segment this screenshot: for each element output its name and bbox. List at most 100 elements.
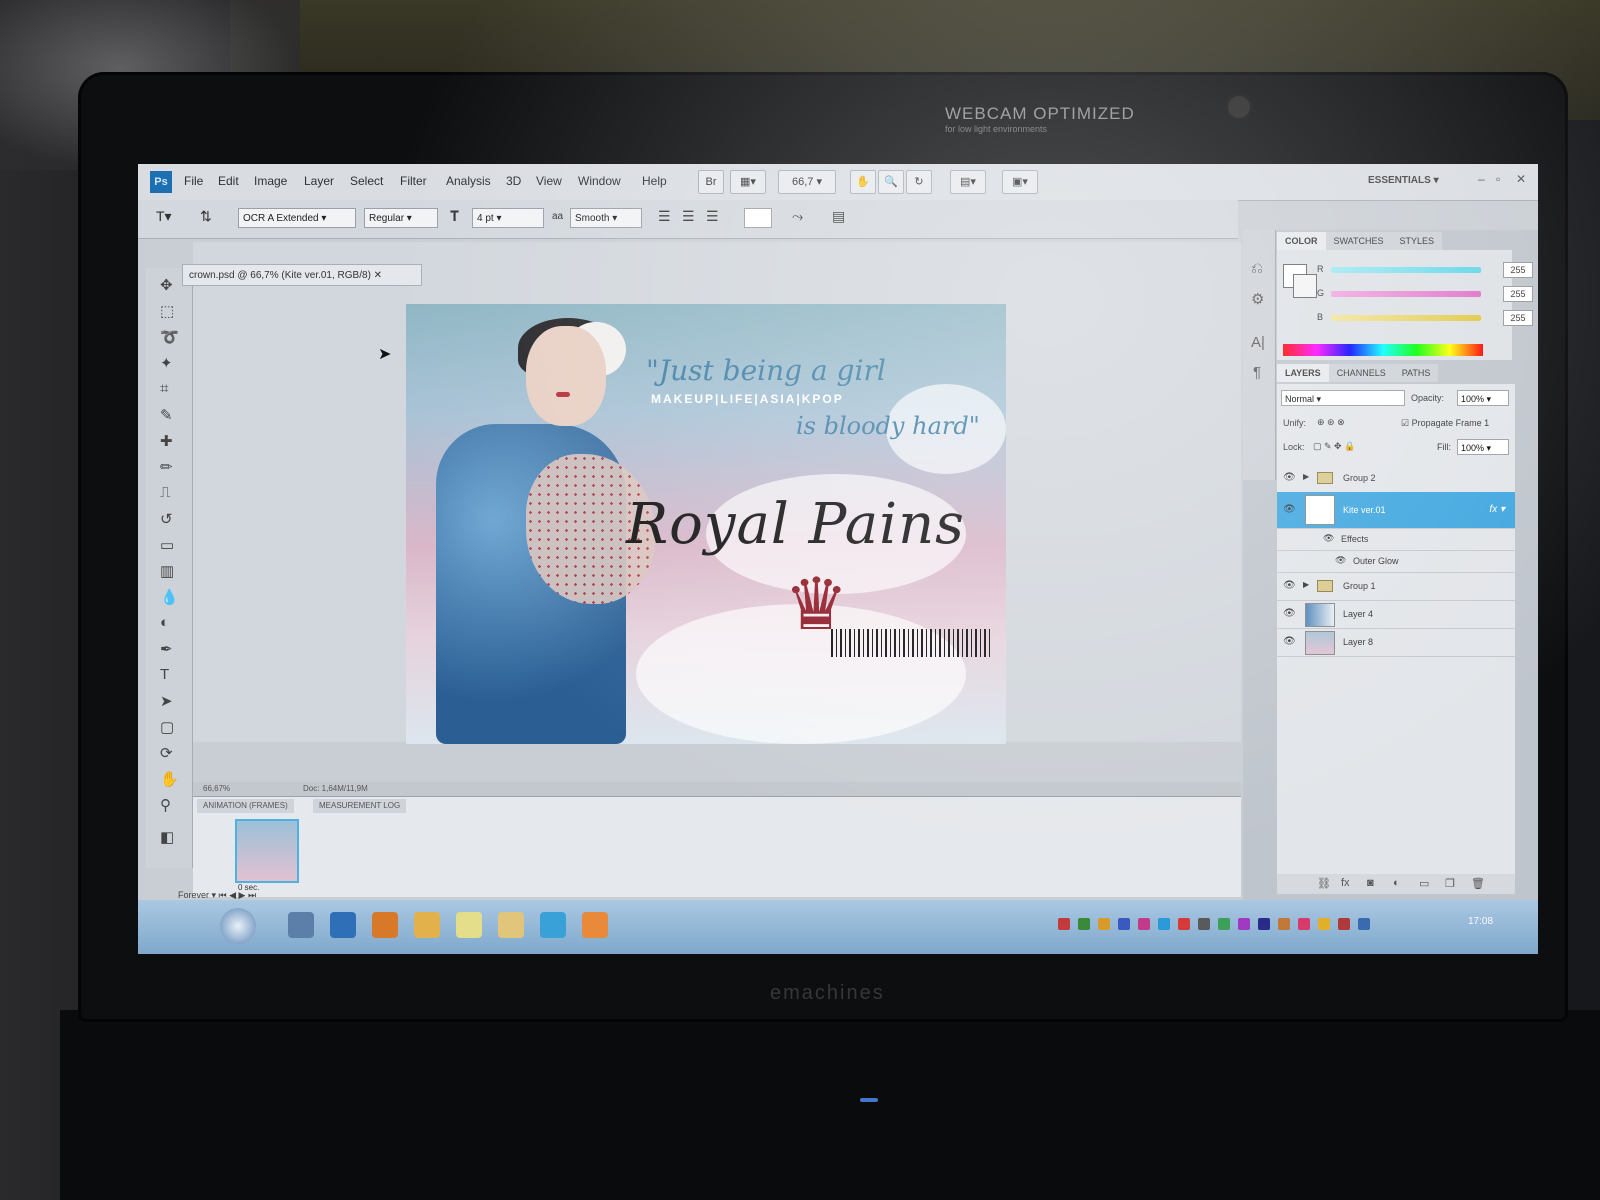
history-brush-tool-icon[interactable]: ↺: [160, 510, 173, 528]
photoshop-taskbar-icon[interactable]: [540, 912, 566, 938]
character-panel-icon[interactable]: ▤: [832, 208, 845, 225]
path-select-tool-icon[interactable]: ➤: [160, 692, 173, 710]
blend-mode-select[interactable]: Normal ▾: [1281, 390, 1405, 406]
layer-row-group-2[interactable]: 👁 ▶ Group 2: [1277, 464, 1515, 493]
antialias-select[interactable]: Smooth ▾: [570, 208, 642, 228]
tab-measurement-log[interactable]: MEASUREMENT LOG: [313, 799, 407, 813]
app-taskbar-icon-2[interactable]: [582, 912, 608, 938]
tray-icon[interactable]: [1198, 918, 1210, 930]
menu-analysis[interactable]: Analysis: [446, 174, 491, 188]
visibility-eye-icon[interactable]: 👁: [1283, 504, 1296, 515]
layer-outer-glow-row[interactable]: 👁 Outer Glow: [1277, 550, 1515, 573]
propagate-checkbox[interactable]: ☑ Propagate Frame 1: [1401, 418, 1489, 429]
zoom-tool-icon[interactable]: ⚲: [160, 796, 171, 814]
menu-layer[interactable]: Layer: [304, 174, 334, 188]
background-color-swatch[interactable]: [1293, 274, 1317, 298]
media-player-icon[interactable]: [414, 912, 440, 938]
crop-tool-icon[interactable]: ⌗: [160, 380, 168, 397]
visibility-eye-icon[interactable]: 👁: [1283, 580, 1296, 591]
actions-panel-icon[interactable]: ⚙: [1251, 290, 1264, 308]
tab-styles[interactable]: STYLES: [1391, 232, 1443, 250]
tray-icon[interactable]: [1058, 918, 1070, 930]
type-tool-icon[interactable]: T▾: [156, 208, 172, 225]
layer-row-group-1[interactable]: 👁 ▶ Group 1: [1277, 572, 1515, 601]
history-panel-icon[interactable]: ⎌: [1251, 260, 1263, 277]
app-taskbar-icon[interactable]: [498, 912, 524, 938]
tray-icon[interactable]: [1178, 918, 1190, 930]
shape-tool-icon[interactable]: ▢: [160, 718, 174, 736]
align-center-icon[interactable]: ☰: [682, 208, 695, 225]
tray-icon[interactable]: [1218, 918, 1230, 930]
gradient-tool-icon[interactable]: ▥: [160, 562, 174, 580]
new-layer-icon[interactable]: ❐: [1445, 877, 1455, 890]
unify-position-icon[interactable]: ⊕ ⊛ ⊗: [1317, 417, 1345, 428]
warp-text-icon[interactable]: ⤳: [792, 208, 803, 225]
start-button-icon[interactable]: [220, 908, 256, 944]
move-tool-icon[interactable]: ✥: [160, 276, 173, 294]
expand-arrow-icon[interactable]: ▶: [1303, 580, 1309, 589]
pen-tool-icon[interactable]: ✒: [160, 640, 173, 658]
menu-filter[interactable]: Filter: [400, 174, 427, 188]
tab-color[interactable]: COLOR: [1277, 232, 1326, 250]
visibility-eye-icon[interactable]: 👁: [1335, 555, 1346, 566]
zoom-tool-button[interactable]: 🔍: [878, 170, 904, 194]
rotate-view-button[interactable]: ↻: [906, 170, 932, 194]
healing-tool-icon[interactable]: ✚: [160, 432, 173, 450]
menu-edit[interactable]: Edit: [218, 174, 239, 188]
document-canvas[interactable]: "Just being a girl MAKEUP|LIFE|ASIA|KPOP…: [406, 304, 1006, 744]
tab-swatches[interactable]: SWATCHES: [1325, 232, 1392, 250]
show-desktop-icon[interactable]: [288, 912, 314, 938]
text-orientation-icon[interactable]: ⇅: [200, 208, 212, 225]
layer-effects-row[interactable]: 👁 Effects: [1277, 528, 1515, 551]
arrange-documents-button[interactable]: ▤▾: [950, 170, 986, 194]
text-color-swatch[interactable]: [744, 208, 772, 228]
adjustment-layer-icon[interactable]: ◐: [1393, 877, 1400, 889]
restore-icon[interactable]: ▫: [1496, 172, 1500, 186]
bridge-button[interactable]: Br: [698, 170, 724, 194]
dodge-tool-icon[interactable]: ◐: [160, 614, 169, 631]
visibility-eye-icon[interactable]: 👁: [1283, 472, 1296, 483]
visibility-eye-icon[interactable]: 👁: [1323, 533, 1334, 544]
menu-file[interactable]: File: [184, 174, 203, 188]
type-tool-icon-sidebar[interactable]: T: [160, 666, 169, 683]
tray-icon[interactable]: [1078, 918, 1090, 930]
extras-button[interactable]: ▦▾: [730, 170, 766, 194]
tray-icon[interactable]: [1358, 918, 1370, 930]
layer-row-layer-4[interactable]: 👁 Layer 4: [1277, 600, 1515, 629]
taskbar-clock[interactable]: 17:08: [1468, 916, 1493, 927]
font-family-select[interactable]: OCR A Extended ▾: [238, 208, 356, 228]
minimize-icon[interactable]: –: [1478, 172, 1485, 186]
hand-tool-button[interactable]: ✋: [850, 170, 876, 194]
firefox-icon[interactable]: [372, 912, 398, 938]
lock-options-icon[interactable]: ▢ ✎ ✥ 🔒: [1313, 441, 1355, 452]
menu-view[interactable]: View: [536, 174, 562, 188]
lasso-tool-icon[interactable]: ➰: [160, 328, 179, 346]
brush-tool-icon[interactable]: ✏: [160, 458, 173, 476]
tray-icon[interactable]: [1338, 918, 1350, 930]
blue-channel-value[interactable]: 255: [1503, 310, 1533, 326]
tray-icon[interactable]: [1278, 918, 1290, 930]
align-left-icon[interactable]: ☰: [658, 208, 671, 225]
close-icon[interactable]: ✕: [1516, 172, 1526, 186]
color-spectrum-ramp[interactable]: [1283, 344, 1483, 356]
fill-input[interactable]: 100% ▾: [1457, 439, 1509, 455]
tab-paths[interactable]: PATHS: [1393, 364, 1439, 382]
tray-icon[interactable]: [1318, 918, 1330, 930]
tab-layers[interactable]: LAYERS: [1277, 364, 1329, 382]
tab-animation-frames[interactable]: ANIMATION (FRAMES): [197, 799, 294, 813]
tray-icon[interactable]: [1238, 918, 1250, 930]
workspace-switcher[interactable]: ESSENTIALS ▾: [1368, 170, 1468, 192]
red-channel-value[interactable]: 255: [1503, 262, 1533, 278]
tray-icon[interactable]: [1138, 918, 1150, 930]
visibility-eye-icon[interactable]: 👁: [1283, 608, 1296, 619]
font-size-select[interactable]: 4 pt ▾: [472, 208, 544, 228]
green-channel-value[interactable]: 255: [1503, 286, 1533, 302]
menu-select[interactable]: Select: [350, 174, 383, 188]
expand-arrow-icon[interactable]: ▶: [1303, 472, 1309, 481]
layer-row-layer-8[interactable]: 👁 Layer 8: [1277, 628, 1515, 657]
zoom-level-select[interactable]: 66,7 ▾: [778, 170, 836, 194]
clone-stamp-tool-icon[interactable]: ⎍: [160, 484, 171, 501]
eyedropper-tool-icon[interactable]: ✎: [160, 406, 173, 424]
menu-image[interactable]: Image: [254, 174, 287, 188]
new-group-icon[interactable]: ▭: [1419, 877, 1429, 890]
